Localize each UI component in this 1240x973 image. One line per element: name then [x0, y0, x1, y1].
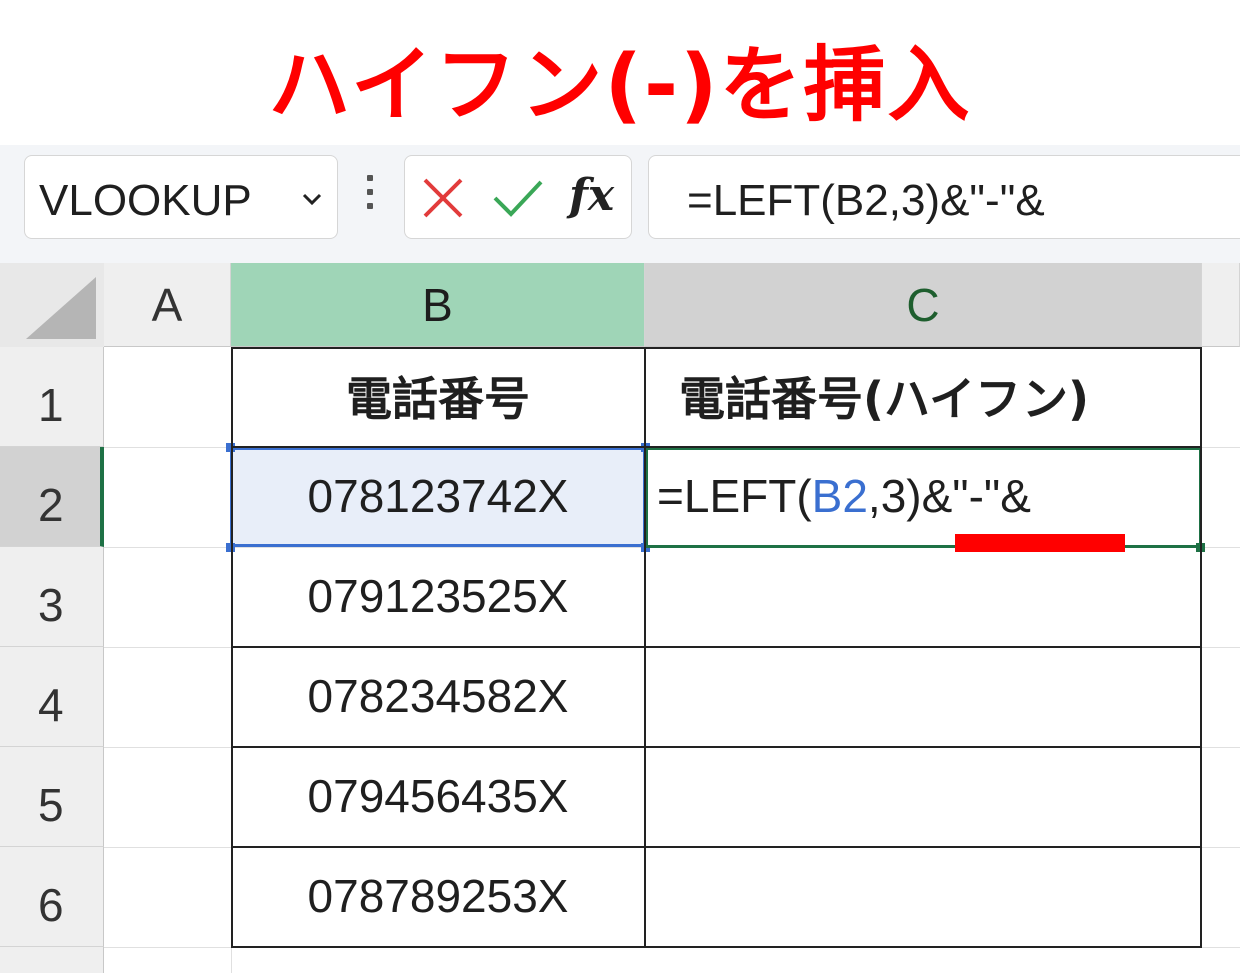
row-header-5[interactable]: 5 — [0, 747, 104, 847]
cell-b6[interactable]: 078789253X — [231, 869, 645, 923]
formula-suffix: ,3)&"-"& — [867, 470, 1031, 522]
row-header-6[interactable]: 6 — [0, 847, 104, 947]
cell-c2-formula[interactable]: =LEFT(B2,3)&"-"& — [645, 469, 1201, 523]
formula-input[interactable]: =LEFT(B2,3)&"-"& — [648, 155, 1240, 239]
row-header-2[interactable]: 2 — [0, 447, 104, 547]
row-header-1[interactable]: 1 — [0, 347, 104, 447]
insert-function-icon[interactable]: fx — [569, 170, 614, 221]
select-all-corner[interactable] — [0, 263, 104, 347]
formula-buttons: fx — [404, 155, 632, 239]
row-header-3[interactable]: 3 — [0, 547, 104, 647]
row-header-7[interactable] — [0, 947, 104, 973]
column-header-b[interactable]: B — [231, 263, 645, 347]
check-icon[interactable] — [491, 176, 545, 220]
cancel-icon[interactable] — [421, 176, 465, 220]
column-header-c[interactable]: C — [645, 263, 1202, 347]
column-header-d[interactable] — [1202, 263, 1240, 347]
row-header-4[interactable]: 4 — [0, 647, 104, 747]
cell-c6[interactable] — [645, 847, 1201, 947]
cell-c3[interactable] — [645, 547, 1201, 647]
cell-c5[interactable] — [645, 747, 1201, 847]
formula-bar: VLOOKUP fx =LEFT(B2,3)&"-"& — [0, 145, 1240, 263]
formula-ref-b2: B2 — [811, 470, 868, 522]
spreadsheet-grid: A B C 1 2 3 4 5 6 電話番号 電話番号(ハイフン) 078123… — [0, 263, 1240, 973]
cell-b2[interactable]: 078123742X — [231, 469, 645, 523]
cell-b5[interactable]: 079456435X — [231, 769, 645, 823]
cell-c4[interactable] — [645, 647, 1201, 747]
chevron-down-icon[interactable] — [299, 186, 325, 212]
formula-prefix: =LEFT( — [657, 470, 812, 522]
name-box-value: VLOOKUP — [39, 176, 252, 225]
page-title: ハイフン(-)を挿入 — [268, 38, 972, 133]
cell-b4[interactable]: 078234582X — [231, 669, 645, 723]
formula-text: =LEFT(B2,3)&"-"& — [687, 176, 1045, 225]
cell-b3[interactable]: 079123525X — [231, 569, 645, 623]
drag-handle-icon[interactable] — [364, 175, 376, 219]
cell-b1[interactable]: 電話番号 — [231, 363, 645, 429]
column-header-a[interactable]: A — [104, 263, 231, 347]
name-box[interactable]: VLOOKUP — [24, 155, 338, 239]
highlight-underline — [955, 534, 1125, 552]
cell-c1[interactable]: 電話番号(ハイフン) — [645, 363, 1201, 429]
